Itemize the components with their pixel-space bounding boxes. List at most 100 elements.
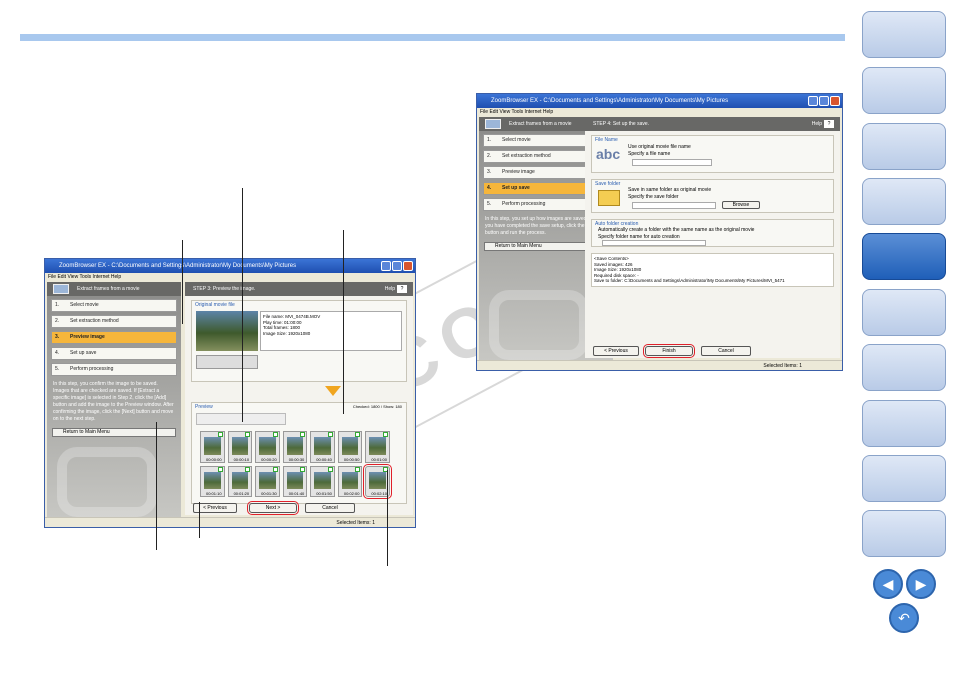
movie-icon <box>53 284 69 294</box>
close-icon[interactable] <box>830 96 840 106</box>
step-label: Preview image <box>70 334 105 340</box>
step-number: 3. <box>487 169 492 175</box>
cancel-button[interactable]: Cancel <box>701 346 751 356</box>
next-page-icon[interactable]: ▶ <box>906 569 936 599</box>
status-bar: Selected Items: 1 <box>45 517 415 527</box>
abc-icon: abc <box>596 146 621 162</box>
radio-auto-create[interactable]: Automatically create a folder with the s… <box>598 227 754 233</box>
thumbnail[interactable]: 00:00:30 <box>282 431 308 463</box>
nav-tab-1[interactable] <box>862 11 946 58</box>
callout-line <box>199 502 200 538</box>
arrow-decoration-icon <box>489 290 589 360</box>
nav-tab-5-active[interactable] <box>862 233 946 280</box>
return-main-menu-button[interactable]: Return to Main Menu <box>52 428 176 437</box>
sidebar-title: Extract frames from a movie <box>77 286 140 292</box>
thumbnail[interactable]: 00:01:10 <box>200 465 225 497</box>
thumbnail[interactable]: 00:01:50 <box>310 465 335 497</box>
window-titlebar: ZoomBrowser EX - C:\Documents and Settin… <box>477 94 842 108</box>
cancel-button[interactable]: Cancel <box>305 503 355 513</box>
nav-tab-2[interactable] <box>862 67 946 114</box>
check-icon[interactable] <box>327 432 333 437</box>
minimize-icon[interactable] <box>381 261 391 271</box>
thumb-time: 00:01:50 <box>316 491 332 496</box>
check-icon[interactable] <box>355 432 361 437</box>
preview-toolbar[interactable] <box>196 413 286 425</box>
radio-original-name[interactable]: Use original movie file name <box>628 144 691 150</box>
radio-specify-folder[interactable]: Specify the save folder <box>628 194 679 200</box>
help-button[interactable]: ? <box>824 120 834 128</box>
next-button[interactable]: Next > <box>247 501 299 515</box>
step-item-4[interactable]: 4. Set up save <box>51 347 177 360</box>
step-label: Set extraction method <box>502 153 551 159</box>
thumbnail[interactable]: 00:01:40 <box>282 465 308 497</box>
home-return-icon[interactable]: ↶ <box>889 603 919 633</box>
auto-folder-input[interactable] <box>602 240 706 246</box>
file-info: File name: MVI_0474B.MOV Play time: 01:0… <box>260 311 402 351</box>
minimize-icon[interactable] <box>808 96 818 106</box>
close-icon[interactable] <box>403 261 413 271</box>
check-icon[interactable] <box>327 466 333 472</box>
check-icon[interactable] <box>300 432 306 437</box>
thumbnail[interactable]: 00:00:50 <box>337 431 363 463</box>
step-number: 4. <box>55 350 60 356</box>
nav-tab-10[interactable] <box>862 510 946 557</box>
check-icon[interactable] <box>217 466 223 472</box>
thumbnail[interactable]: 00:00:40 <box>310 431 335 463</box>
browse-button[interactable]: Browse <box>722 201 760 209</box>
file-name-input[interactable] <box>632 159 712 166</box>
thumbnail-grid: 00:00:00 00:00:10 00:00:20 00:00:30 00:0… <box>198 429 392 499</box>
window-title: ZoomBrowser EX - C:\Documents and Settin… <box>59 263 297 269</box>
thumbnail[interactable]: 00:01:00 <box>365 431 390 463</box>
folder-icon <box>598 190 620 206</box>
nav-tab-4[interactable] <box>862 178 946 225</box>
thumb-time: 00:00:40 <box>316 456 332 462</box>
nav-tab-9[interactable] <box>862 455 946 502</box>
check-icon[interactable] <box>217 432 223 437</box>
help-button[interactable]: ? <box>397 285 407 293</box>
step-number: 1. <box>55 302 60 308</box>
thumbnail[interactable]: 00:02:00 <box>337 465 363 497</box>
step-number: 4. <box>487 185 492 191</box>
step-item-1[interactable]: 1. Select movie <box>51 299 177 312</box>
thumbnail[interactable]: 00:00:20 <box>255 431 280 463</box>
nav-tab-8[interactable] <box>862 400 946 447</box>
nav-tab-6[interactable] <box>862 289 946 336</box>
check-icon[interactable] <box>355 466 361 472</box>
thumbnail[interactable]: 00:00:10 <box>227 431 253 463</box>
menu-bar[interactable]: File Edit View Tools Internet Help <box>477 108 842 117</box>
movie-preview-image <box>196 311 258 351</box>
step-label: Select movie <box>70 302 99 308</box>
check-icon[interactable] <box>245 466 251 472</box>
maximize-icon[interactable] <box>819 96 829 106</box>
check-icon[interactable] <box>382 432 388 437</box>
thumb-time: 00:00:50 <box>343 456 360 462</box>
step-item-3[interactable]: 3. Preview image <box>51 331 177 344</box>
step-label: Preview image <box>502 169 535 175</box>
nav-tab-3[interactable] <box>862 123 946 170</box>
maximize-icon[interactable] <box>392 261 402 271</box>
step-item-5[interactable]: 5. Perform processing <box>51 363 177 376</box>
previous-page-icon[interactable]: ◀ <box>873 569 903 599</box>
finish-button[interactable]: Finish <box>643 344 695 358</box>
check-icon[interactable] <box>245 432 251 437</box>
radio-specify-name[interactable]: Specify a file name <box>628 151 670 157</box>
check-icon[interactable] <box>272 466 278 472</box>
menu-bar[interactable]: File Edit View Tools Internet Help <box>45 273 415 282</box>
check-icon[interactable] <box>300 466 306 472</box>
nav-tab-7[interactable] <box>862 344 946 391</box>
step-number: 5. <box>55 366 60 372</box>
check-icon[interactable] <box>272 432 278 437</box>
thumbnail[interactable]: 00:00:00 <box>200 431 225 463</box>
previous-button[interactable]: < Previous <box>593 346 639 356</box>
thumbnail[interactable]: 00:01:20 <box>227 465 253 497</box>
folder-path-input[interactable] <box>632 202 716 209</box>
thumbnail[interactable]: 00:01:30 <box>255 465 280 497</box>
step-item-2[interactable]: 2. Set extraction method <box>51 315 177 328</box>
step-label: Perform processing <box>502 201 546 207</box>
playback-controls[interactable] <box>196 355 258 369</box>
original-movie-group: Original movie file File name: MVI_0474B… <box>191 300 407 382</box>
step-label: Set extraction method <box>70 318 119 324</box>
down-arrow-icon <box>325 386 341 396</box>
radio-same-folder[interactable]: Save in same folder as original movie <box>628 187 711 193</box>
step-label: Set up save <box>502 185 530 191</box>
